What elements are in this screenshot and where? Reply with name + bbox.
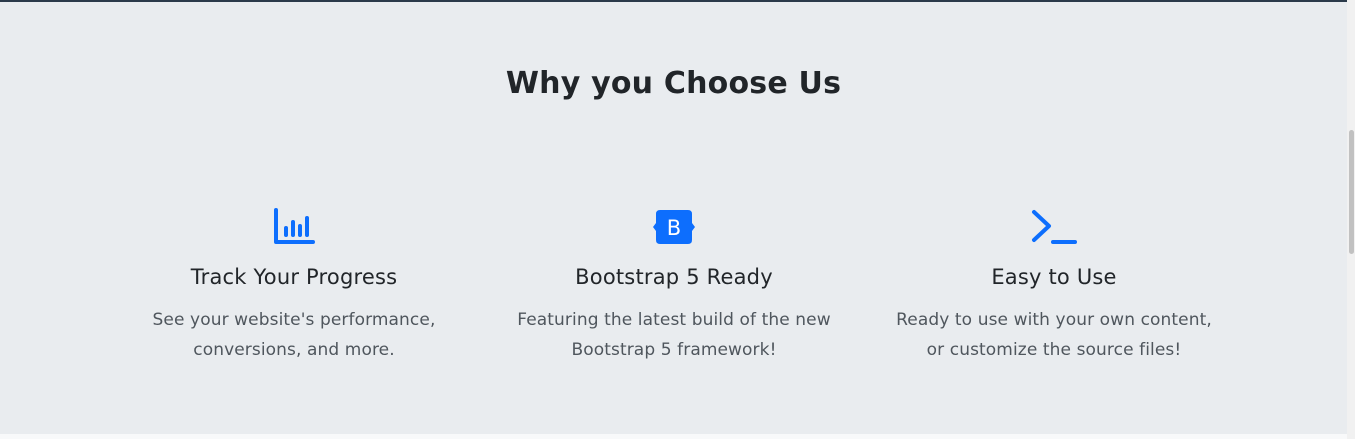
top-border [0,0,1347,2]
bar-chart-icon [114,205,474,249]
feature-description: Ready to use with your own content, or c… [896,310,1212,360]
terminal-icon [874,205,1234,249]
scrollbar-thumb[interactable] [1349,130,1354,254]
feature-easy-to-use: Easy to Use Ready to use with your own c… [874,205,1234,365]
svg-text:B: B [667,216,681,240]
feature-track-progress: Track Your Progress See your website's p… [114,205,474,365]
feature-title: Track Your Progress [190,265,398,289]
next-section-edge [0,434,1347,439]
bootstrap-icon: B [494,205,854,249]
feature-description: See your website's performance, conversi… [152,310,436,360]
feature-description: Featuring the latest build of the new Bo… [517,310,831,360]
feature-title: Easy to Use [991,265,1117,289]
scrollbar[interactable] [1347,0,1355,439]
feature-bootstrap-ready: B Bootstrap 5 Ready Featuring the latest… [494,205,854,365]
section-title: Why you Choose Us [505,66,842,101]
feature-title: Bootstrap 5 Ready [575,265,773,289]
